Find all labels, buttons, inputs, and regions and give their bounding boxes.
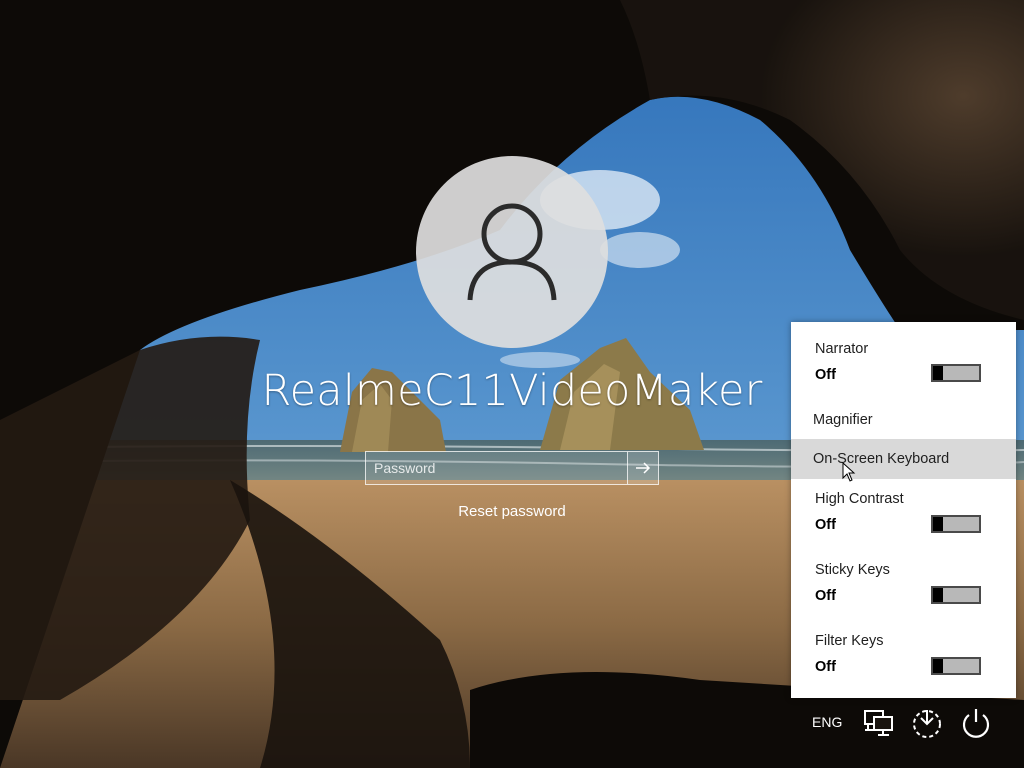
power-icon: [962, 709, 990, 738]
filter-keys-toggle[interactable]: [931, 657, 981, 675]
sticky-keys-item[interactable]: Sticky Keys Off: [791, 559, 1016, 621]
network-button[interactable]: [862, 706, 896, 740]
ease-of-access-button[interactable]: [910, 706, 944, 740]
user-icon: [467, 203, 557, 301]
language-indicator[interactable]: ENG: [812, 714, 842, 730]
submit-button[interactable]: [627, 451, 659, 485]
magnifier-label: Magnifier: [813, 412, 873, 428]
on-screen-keyboard-item[interactable]: On-Screen Keyboard: [791, 439, 1016, 479]
filter-keys-item[interactable]: Filter Keys Off: [791, 630, 1016, 692]
sticky-keys-toggle[interactable]: [931, 586, 981, 604]
ease-of-access-icon: [913, 710, 941, 738]
reset-password-link[interactable]: Reset password: [412, 503, 612, 520]
narrator-item[interactable]: Narrator Off: [791, 336, 1016, 398]
sticky-keys-state: Off: [815, 588, 836, 604]
password-input[interactable]: [365, 451, 627, 485]
power-button[interactable]: [959, 706, 993, 740]
high-contrast-toggle[interactable]: [931, 515, 981, 533]
arrow-right-icon: [636, 462, 651, 474]
network-icon: [864, 710, 893, 736]
ease-of-access-flyout: Narrator Off Magnifier On-Screen Keyboar…: [791, 322, 1016, 698]
high-contrast-state: Off: [815, 517, 836, 533]
password-box: [365, 451, 659, 485]
sticky-keys-label: Sticky Keys: [815, 562, 890, 578]
user-avatar: [416, 156, 608, 348]
high-contrast-label: High Contrast: [815, 491, 904, 507]
on-screen-keyboard-label: On-Screen Keyboard: [813, 451, 950, 467]
username-label: RealmeC11VideoMaker: [261, 366, 763, 416]
filter-keys-state: Off: [815, 659, 836, 675]
mouse-cursor-icon: [842, 462, 856, 482]
high-contrast-item[interactable]: High Contrast Off: [791, 488, 1016, 550]
magnifier-item[interactable]: Magnifier: [791, 404, 1016, 438]
filter-keys-label: Filter Keys: [815, 633, 884, 649]
narrator-toggle[interactable]: [931, 364, 981, 382]
narrator-state: Off: [815, 367, 836, 383]
narrator-label: Narrator: [815, 341, 869, 357]
